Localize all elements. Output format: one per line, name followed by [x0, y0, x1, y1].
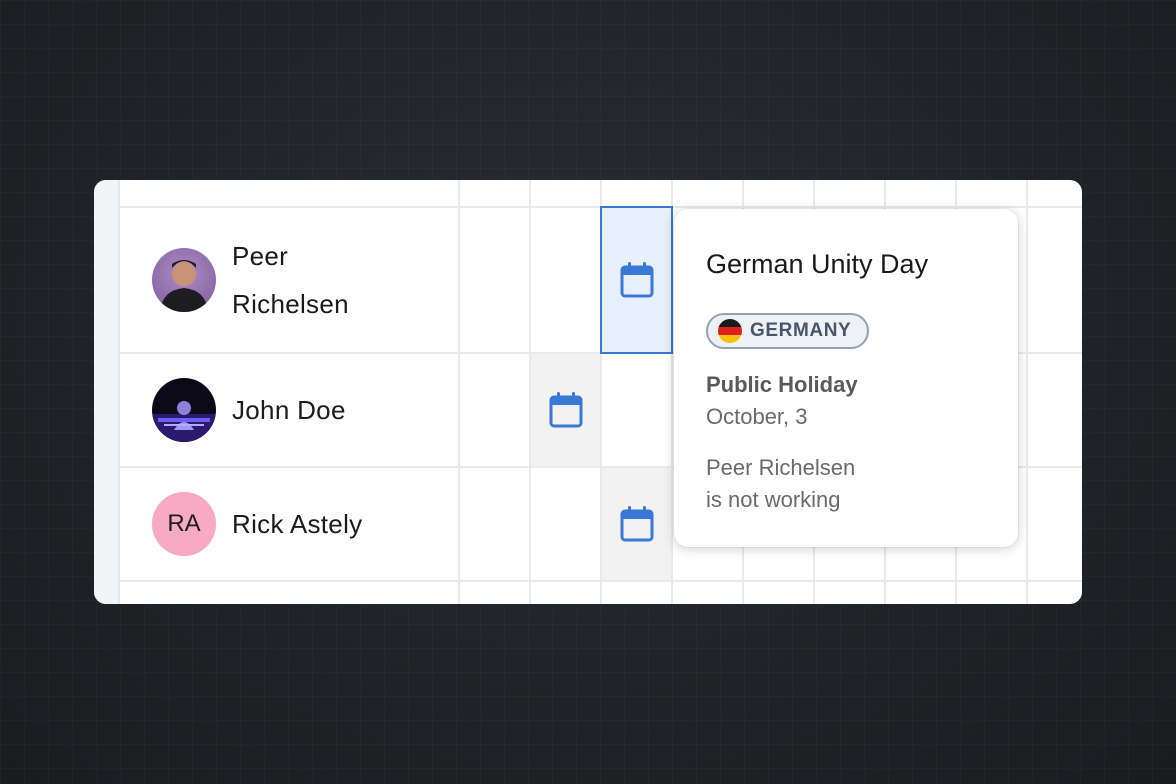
- employee-name: Rick Astely: [232, 509, 363, 539]
- avatar: [152, 248, 216, 312]
- country-badge: GERMANY: [706, 313, 870, 349]
- day-cell-holiday[interactable]: [602, 468, 671, 580]
- employee-row[interactable]: Peer Richelsen: [120, 208, 458, 352]
- employee-row[interactable]: RA Rick Astely: [120, 468, 458, 580]
- germany-flag-icon: [718, 319, 742, 343]
- grid-line: [1026, 180, 1028, 604]
- employee-name: John Doe: [232, 395, 346, 425]
- day-cell-selected[interactable]: [600, 206, 673, 354]
- availability-note: Peer Richelsen is not working: [706, 455, 856, 512]
- employee-name: Peer Richelsen: [232, 241, 349, 319]
- grid-line: [458, 180, 460, 604]
- avatar: RA: [152, 492, 216, 556]
- day-cell-holiday[interactable]: [531, 354, 600, 466]
- holiday-popover: German Unity Day GERMANY Public Holiday …: [674, 209, 1018, 547]
- country-label: GERMANY: [750, 320, 852, 341]
- employee-row[interactable]: John Doe: [120, 354, 458, 466]
- calendar-icon: [549, 392, 582, 428]
- calendar-icon: [620, 262, 653, 298]
- calendar-icon: [620, 506, 653, 542]
- left-gutter: [94, 180, 120, 604]
- holiday-type: Public Holiday: [706, 372, 858, 397]
- popover-title: German Unity Day: [706, 249, 929, 279]
- holiday-date: October, 3: [706, 404, 808, 429]
- avatar: [152, 378, 216, 442]
